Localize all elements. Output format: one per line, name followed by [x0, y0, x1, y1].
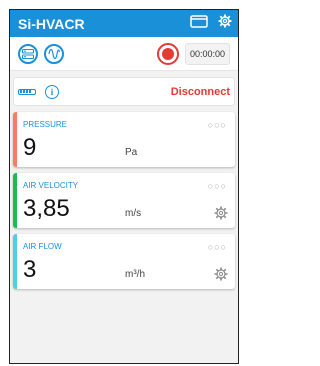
- card-value: 3,85: [23, 195, 70, 222]
- device-bar: i Disconnect: [13, 77, 235, 106]
- measurement-card-pressure[interactable]: PRESSURE 9 Pa ○○○: [13, 112, 235, 167]
- settings-icon[interactable]: [218, 14, 232, 33]
- measurement-card-air-velocity[interactable]: AIR VELOCITY 3,85 m/s ○○○: [13, 173, 235, 228]
- card-value: 9: [23, 134, 37, 161]
- card-unit: Pa: [125, 147, 138, 158]
- recording-timer: 00:00:00: [184, 42, 230, 65]
- card-color-stripe: [13, 173, 17, 228]
- battery-icon: [18, 88, 36, 95]
- app-bar: Si-HVACR: [10, 10, 238, 37]
- disconnect-button[interactable]: Disconnect: [171, 86, 230, 98]
- toolbar: 00:00:00: [10, 37, 238, 71]
- app-title: Si-HVACR: [18, 15, 85, 32]
- card-unit: m³/h: [125, 269, 145, 280]
- info-icon[interactable]: i: [45, 84, 59, 99]
- card-color-stripe: [13, 234, 17, 289]
- list-icon: [22, 48, 34, 59]
- gear-icon[interactable]: [214, 206, 228, 225]
- card-unit: m/s: [125, 208, 142, 219]
- waveform-icon: [48, 48, 60, 59]
- window-icon[interactable]: [190, 14, 208, 33]
- app-window: Si-HVACR 00:00:00 i Disconnect PRESSURE …: [9, 9, 239, 364]
- graph-view-button[interactable]: [44, 43, 64, 64]
- more-icon[interactable]: ○○○: [208, 120, 227, 130]
- record-icon: [161, 47, 174, 60]
- record-button[interactable]: [156, 42, 179, 65]
- more-icon[interactable]: ○○○: [208, 242, 227, 252]
- card-label: AIR FLOW: [23, 242, 62, 251]
- card-label: AIR VELOCITY: [23, 181, 79, 190]
- card-label: PRESSURE: [23, 120, 68, 129]
- card-value: 3: [23, 256, 37, 283]
- measurement-card-air-flow[interactable]: AIR FLOW 3 m³/h ○○○: [13, 234, 235, 289]
- gear-icon[interactable]: [214, 267, 228, 286]
- list-view-button[interactable]: [18, 43, 38, 64]
- card-color-stripe: [13, 112, 17, 167]
- more-icon[interactable]: ○○○: [208, 181, 227, 191]
